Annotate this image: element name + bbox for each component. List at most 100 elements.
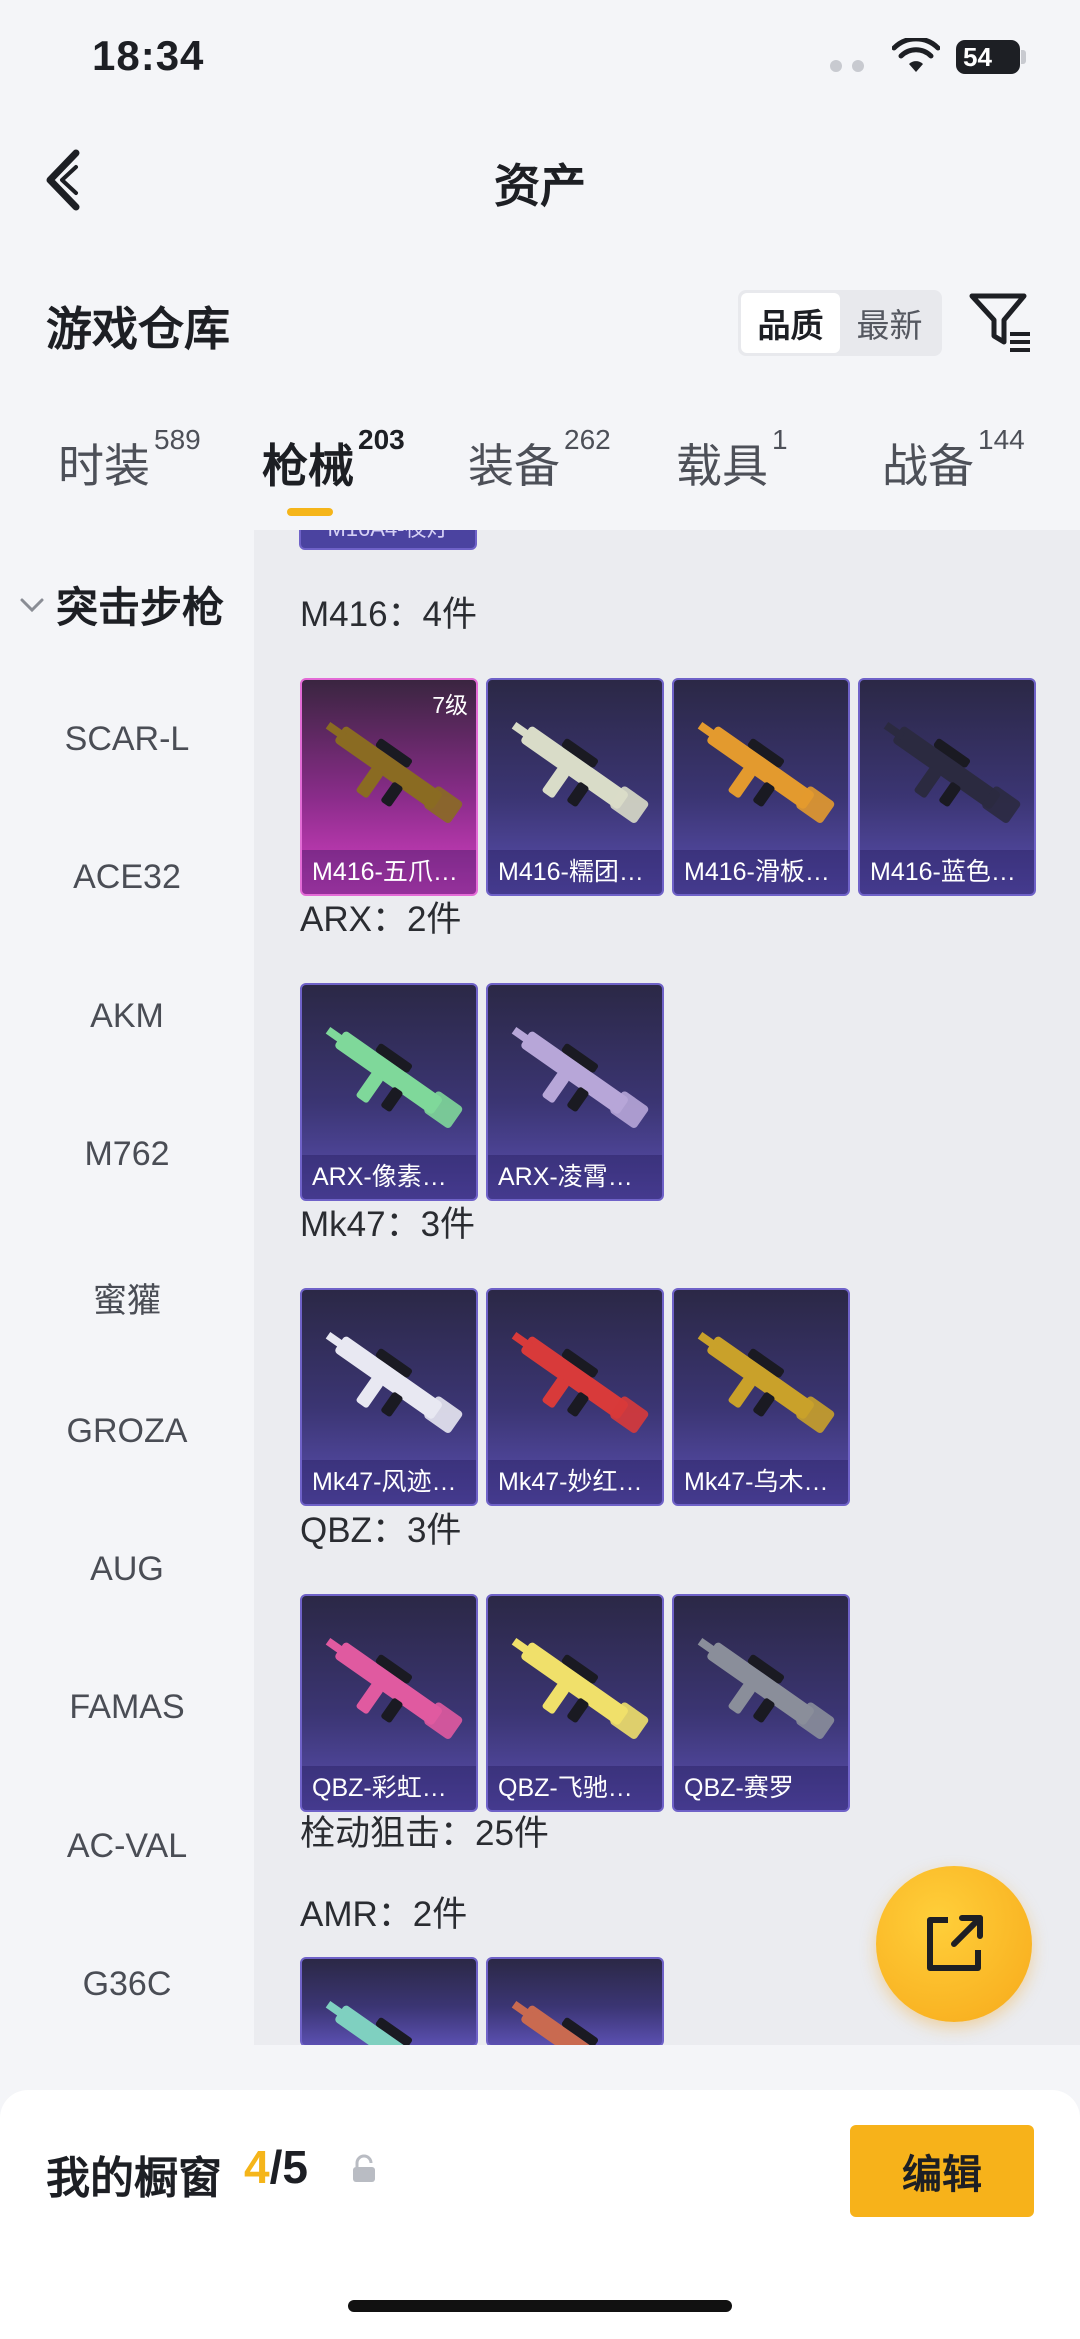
- sidebar-item-scar-l[interactable]: SCAR-L: [0, 720, 254, 759]
- tab-label: 战备: [882, 440, 974, 492]
- tab-equipment[interactable]: 装备262: [468, 424, 611, 496]
- group-label: M416：4件: [300, 595, 478, 634]
- tab-count: 144: [978, 424, 1025, 455]
- rifle-icon: [325, 2000, 442, 2045]
- rifle-icon: [325, 1637, 463, 1739]
- sort-option-quality[interactable]: 品质: [741, 293, 840, 353]
- weapon-list: M16A4-夜灯 M416：4件 7级 M416-五爪… M416-糯团… M416-滑…: [254, 530, 1080, 2045]
- sort-option-latest[interactable]: 最新: [840, 293, 939, 353]
- weapon-card[interactable]: ARX-凌霄紫焰: [486, 983, 664, 1201]
- section-title: 游戏仓库: [46, 303, 230, 355]
- weapon-card-partial[interactable]: M16A4-夜灯: [299, 530, 477, 550]
- card-name: Mk47-乌木…: [674, 1460, 848, 1504]
- weapon-card[interactable]: QBZ-赛罗: [672, 1594, 850, 1812]
- tab-count: 203: [358, 424, 405, 455]
- share-button[interactable]: [876, 1866, 1032, 2022]
- sort-toggle[interactable]: 品质 最新: [738, 290, 942, 356]
- showcase-count: 4/5: [244, 2140, 308, 2194]
- rifle-icon: [697, 1331, 835, 1433]
- card-name: QBZ-赛罗: [674, 1766, 848, 1810]
- card-name: Mk47-妙红…: [488, 1460, 662, 1504]
- tab-count: 262: [564, 424, 611, 455]
- weapon-card[interactable]: QBZ-飞驰魅影: [486, 1594, 664, 1812]
- card-name: M416-五爪…: [302, 850, 476, 894]
- weapon-card[interactable]: QBZ-彩虹符号: [300, 1594, 478, 1812]
- weapon-card[interactable]: ARX-像素花束: [300, 983, 478, 1201]
- group-label: QBZ：3件: [300, 1511, 462, 1550]
- card-name: QBZ-飞驰魅影: [488, 1766, 662, 1810]
- tab-supplies[interactable]: 战备144: [882, 424, 1025, 496]
- group-label: ARX：2件: [300, 900, 462, 939]
- sidebar-item-famas[interactable]: FAMAS: [0, 1688, 254, 1727]
- card-name: M416-糯团…: [488, 850, 662, 894]
- rifle-icon: [325, 1026, 463, 1128]
- subcategory-sidebar: 突击步枪 SCAR-L ACE32 AKM M762 蜜獾 GROZA AUG …: [0, 530, 254, 2045]
- weapon-card[interactable]: [486, 1957, 664, 2045]
- lock-icon: [353, 2154, 375, 2182]
- tab-label: 枪械: [262, 440, 354, 492]
- sidebar-item-akm[interactable]: AKM: [0, 997, 254, 1036]
- showcase-total: /5: [269, 2141, 308, 2193]
- rifle-icon: [697, 721, 835, 823]
- cellular-signal-icon: [830, 60, 864, 72]
- card-name: Mk47-风迹…: [302, 1460, 476, 1504]
- battery-indicator: 54: [956, 40, 1020, 74]
- category-tabs: 时装589 枪械203 装备262 载具1 战备144: [0, 424, 1080, 530]
- sidebar-item-honey-badger[interactable]: 蜜獾: [0, 1273, 254, 1322]
- tab-vehicles[interactable]: 载具1: [676, 424, 788, 496]
- tab-weapons[interactable]: 枪械203: [262, 424, 405, 496]
- battery-cap: [1021, 50, 1026, 64]
- sidebar-item-groza[interactable]: GROZA: [0, 1412, 254, 1451]
- weapon-card[interactable]: Mk47-妙红…: [486, 1288, 664, 1506]
- page-title: 资产: [494, 160, 586, 212]
- rifle-icon: [325, 721, 463, 823]
- tab-label: 装备: [468, 440, 560, 492]
- weapon-card[interactable]: Mk47-风迹…: [300, 1288, 478, 1506]
- rifle-icon: [511, 1026, 649, 1128]
- weapon-card[interactable]: M416-滑板…: [672, 678, 850, 896]
- sidebar-item-ac-val[interactable]: AC-VAL: [0, 1827, 254, 1866]
- rifle-icon: [511, 721, 649, 823]
- weapon-card[interactable]: 7级 M416-五爪…: [300, 678, 478, 896]
- group-label: Mk47：3件: [300, 1205, 476, 1244]
- weapon-card[interactable]: Mk47-乌木…: [672, 1288, 850, 1506]
- tab-count: 589: [154, 424, 201, 455]
- weapon-card[interactable]: M416-蓝色…: [858, 678, 1036, 896]
- tab-label: 载具: [676, 440, 768, 492]
- sidebar-group-assault-rifle[interactable]: 突击步枪: [18, 574, 224, 635]
- weapon-card[interactable]: [300, 1957, 478, 2045]
- tab-label: 时装: [58, 440, 150, 492]
- group-label: AMR：2件: [300, 1895, 468, 1934]
- chevron-down-icon: [20, 598, 44, 612]
- weapon-card[interactable]: M416-糯团…: [486, 678, 664, 896]
- sidebar-item-m762[interactable]: M762: [0, 1135, 254, 1174]
- card-level: 7级: [432, 692, 468, 718]
- filter-icon[interactable]: [966, 288, 1032, 354]
- rifle-icon: [511, 1637, 649, 1739]
- rifle-icon: [883, 721, 1021, 823]
- sidebar-group-label: 突击步枪: [56, 584, 225, 631]
- battery-level: 54: [963, 41, 992, 72]
- sidebar-item-g36c[interactable]: G36C: [0, 1965, 254, 2004]
- share-icon: [927, 1915, 983, 1971]
- card-name: ARX-像素花束: [302, 1155, 476, 1199]
- sidebar-item-ace32[interactable]: ACE32: [0, 858, 254, 897]
- group-label: 栓动狙击：25件: [300, 1814, 549, 1853]
- active-tab-indicator: [287, 508, 333, 516]
- rifle-icon: [325, 1331, 463, 1433]
- wifi-icon: [892, 38, 940, 72]
- rifle-icon: [697, 1637, 835, 1739]
- card-name: ARX-凌霄紫焰: [488, 1155, 662, 1199]
- sidebar-item-aug[interactable]: AUG: [0, 1550, 254, 1589]
- rifle-icon: [511, 2000, 628, 2045]
- status-time: 18:34: [92, 32, 205, 79]
- card-name: QBZ-彩虹符号: [302, 1766, 476, 1810]
- home-indicator: [348, 2300, 732, 2312]
- status-bar: 18:34 54: [0, 0, 1080, 120]
- showcase-current: 4: [244, 2141, 270, 2193]
- edit-button[interactable]: 编辑: [850, 2125, 1034, 2217]
- tab-count: 1: [772, 424, 788, 455]
- card-name: M416-滑板…: [674, 850, 848, 894]
- showcase-label: 我的橱窗: [46, 2154, 222, 2203]
- tab-costume[interactable]: 时装589: [58, 424, 201, 496]
